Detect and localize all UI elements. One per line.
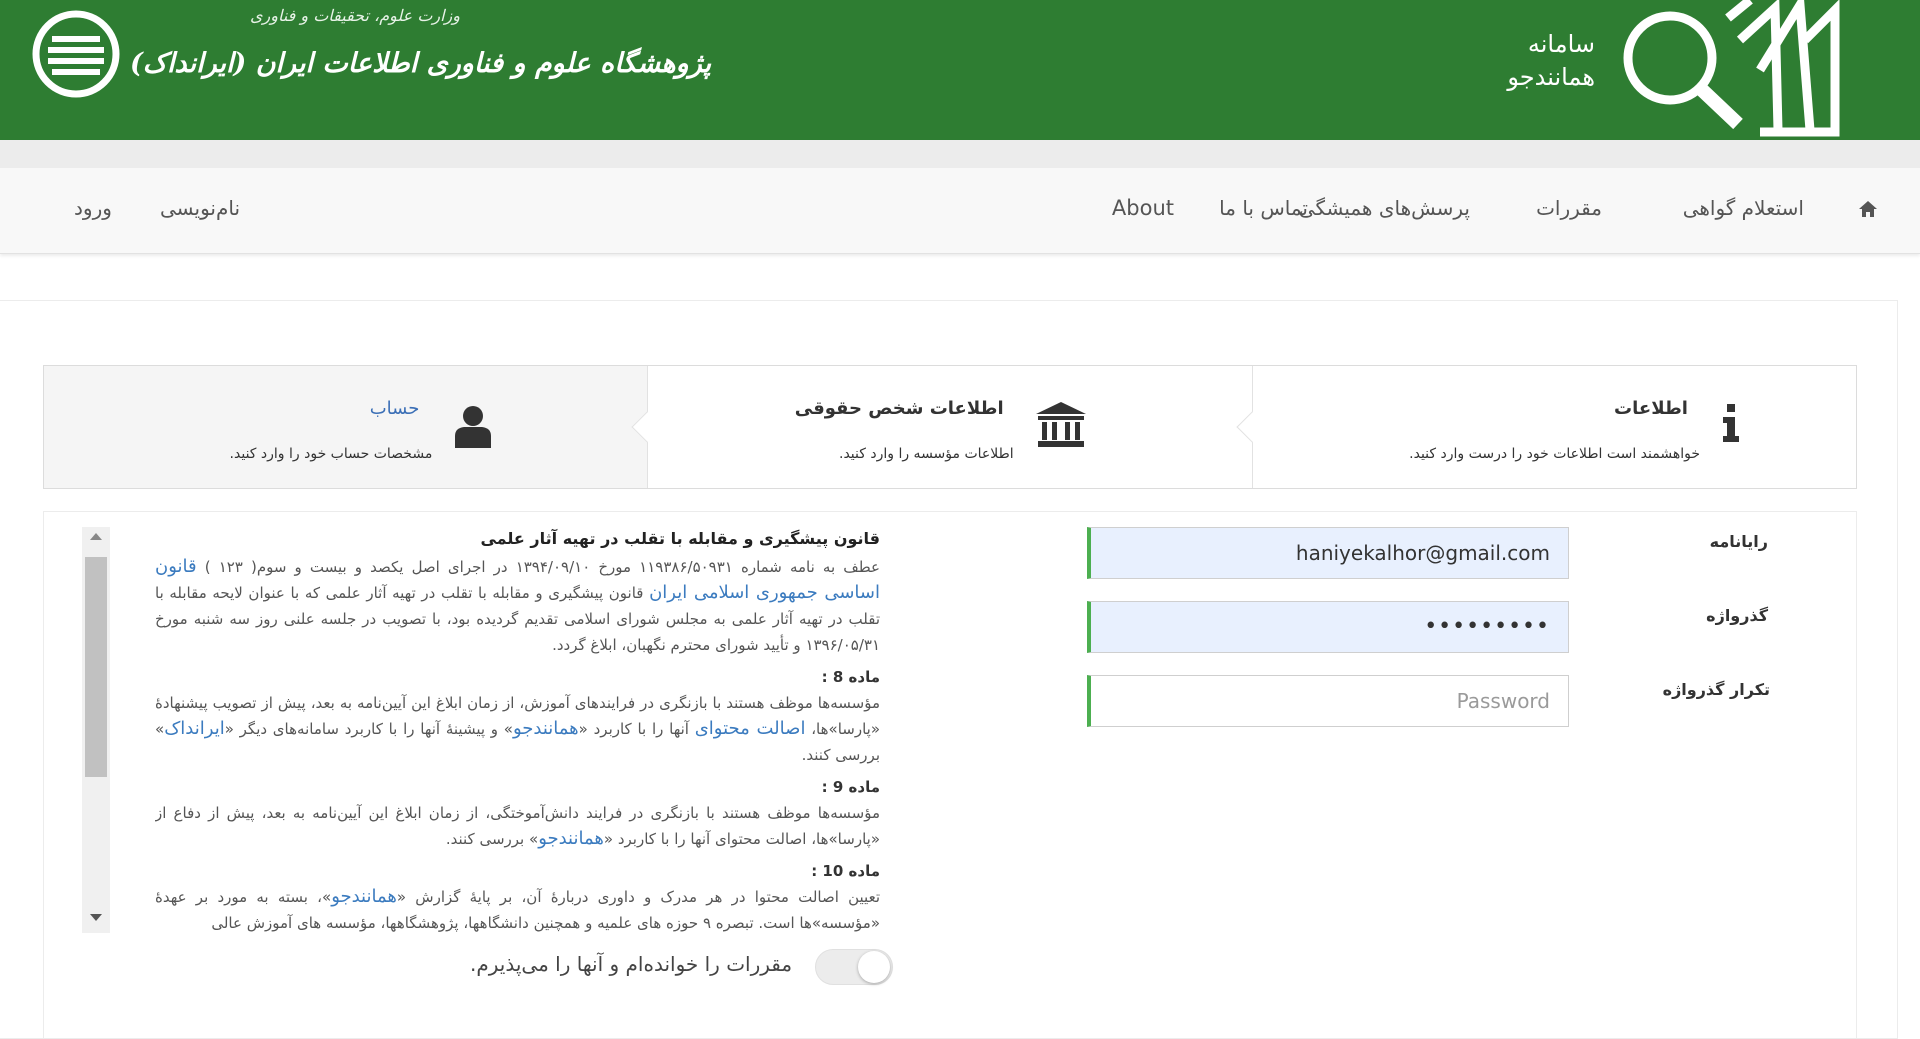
step-description: مشخصات حساب خود را وارد کنید. <box>229 446 433 462</box>
password-field[interactable]: ••••••••• <box>1087 601 1569 653</box>
confirm-password-label: تکرار گذرواژه <box>1662 680 1770 699</box>
article-9-text: مؤسسه‌ها موظف هستند با بازنگری در فرایند… <box>155 804 880 849</box>
scroll-up-icon[interactable] <box>90 533 102 540</box>
article-8-text: مؤسسه‌ها موظف هستند با بازنگری در فرایند… <box>155 694 880 764</box>
accept-terms-label: مقررات را خوانده‌ام و آنها را می‌پذیرم. <box>470 952 793 976</box>
nav-contact[interactable]: تماس با ما <box>1219 196 1308 220</box>
wizard-steps: حساب مشخصات حساب خود را وارد کنید. اطلاع… <box>43 365 1857 489</box>
step-info[interactable]: اطلاعات خواهشمند است اطلاعات خود را درست… <box>1236 366 1856 488</box>
password-label: گذرواژه <box>1706 606 1768 625</box>
nav-certificate-inquiry[interactable]: استعلام گواهی <box>1683 196 1804 220</box>
step-description: خواهشمند است اطلاعات خود را درست وارد کن… <box>1409 446 1700 462</box>
article-10-title: ماده 10 : <box>811 862 880 880</box>
ministry-name: وزارت علوم، تحقیقات و فناوری <box>250 6 460 25</box>
step-account[interactable]: حساب مشخصات حساب خود را وارد کنید. <box>44 366 648 488</box>
accept-terms-toggle[interactable] <box>815 949 893 985</box>
user-icon <box>454 404 492 452</box>
terms-scrollbar[interactable] <box>82 527 110 933</box>
email-field[interactable]: haniyekalhor@gmail.com <box>1087 527 1569 579</box>
terms-intro: عطف به نامه شماره ۱۱۹۳۸۶/۵۰۹۳۱ مورخ ۱۳۹۴… <box>155 556 880 654</box>
nav-regulations[interactable]: مقررات <box>1536 196 1602 220</box>
scroll-thumb[interactable] <box>85 557 107 777</box>
magnifier-logo-icon <box>1610 0 1840 138</box>
nav-about[interactable]: About <box>1112 196 1174 220</box>
email-label: رایانامه <box>1709 532 1768 551</box>
article-9-title: ماده 9 : <box>821 778 880 796</box>
nav-login[interactable]: ورود <box>74 196 112 220</box>
step-title: حساب <box>369 398 420 419</box>
site-header: وزارت علوم، تحقیقات و فناوری پژوهشگاه عل… <box>0 0 1920 140</box>
step-title: اطلاعات <box>1614 398 1688 419</box>
toggle-knob <box>858 951 890 983</box>
irandoc-logo-icon <box>32 10 120 98</box>
main-navbar: استعلام گواهی مقررات پرسش‌های همیشگی تما… <box>0 168 1920 254</box>
article-8-title: ماده 8 : <box>821 668 880 686</box>
article-10-text: تعیین اصالت محتوا در هر مدرک و داوری درب… <box>155 886 880 932</box>
brand-line-2: همانندجو <box>1507 63 1595 91</box>
terms-title: قانون پیشگیری و مقابله با تقلب در تهیه آ… <box>480 529 880 548</box>
step-title: اطلاعات شخص حقوقی <box>794 398 1004 419</box>
info-icon <box>1722 404 1739 446</box>
home-icon[interactable] <box>1858 200 1878 222</box>
institution-icon <box>1036 402 1087 452</box>
confirm-password-field[interactable]: Password <box>1087 675 1569 727</box>
brand-line-1: سامانه <box>1527 30 1595 58</box>
institute-name: پژوهشگاه علوم و فناوری اطلاعات ایران (ای… <box>130 48 712 79</box>
step-description: اطلاعات مؤسسه را وارد کنید. <box>839 446 1014 462</box>
scroll-down-icon[interactable] <box>90 914 102 921</box>
terms-text: قانون پیشگیری و مقابله با تقلب در تهیه آ… <box>155 526 880 934</box>
nav-faq[interactable]: پرسش‌های همیشگی <box>1299 196 1470 220</box>
brand-title[interactable]: سامانه همانندجو <box>1507 28 1595 94</box>
step-legal-entity[interactable]: اطلاعات شخص حقوقی اطلاعات مؤسسه را وارد … <box>631 366 1251 488</box>
nav-register[interactable]: نام‌نویسی <box>160 196 240 220</box>
